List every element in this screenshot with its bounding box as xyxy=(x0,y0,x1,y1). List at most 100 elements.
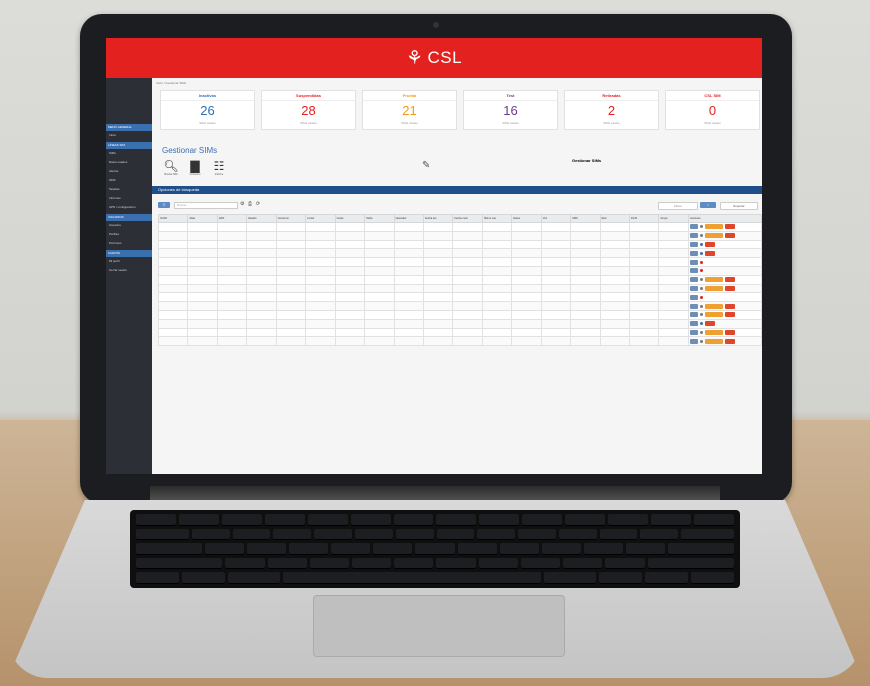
row-edit-button[interactable] xyxy=(705,312,723,318)
stat-card-inactive[interactable]: Inactivas 26 SIMs totales xyxy=(160,90,255,130)
search-section-header[interactable]: Opciones de búsqueda xyxy=(152,186,762,194)
table-row[interactable] xyxy=(157,283,762,294)
sidebar-item-sims[interactable]: SIMs xyxy=(106,149,152,158)
table-row[interactable] xyxy=(157,265,762,276)
row-view-button[interactable] xyxy=(690,285,698,291)
column-header[interactable]: Último uso xyxy=(481,214,513,223)
row-delete-button[interactable] xyxy=(725,277,735,283)
stat-card-retired[interactable]: Retiradas 2 SIMs totales xyxy=(564,90,659,130)
column-header[interactable]: ICCID xyxy=(157,214,189,223)
column-header[interactable]: Fecha act. xyxy=(422,214,454,223)
view-toggle-button[interactable]: ☰ xyxy=(158,202,170,208)
row-edit-button[interactable] xyxy=(705,303,723,309)
row-edit-button[interactable] xyxy=(705,224,723,230)
column-header[interactable]: Límite xyxy=(305,214,336,223)
sidebar-item-tarjetas[interactable]: Tarjetas xyxy=(106,185,152,194)
sidebar-item-perfiles[interactable]: Perfiles xyxy=(106,230,152,239)
sidebar-item-datos[interactable]: Datos usados xyxy=(106,158,152,167)
table-row[interactable] xyxy=(157,257,762,267)
column-header[interactable]: Tarifa xyxy=(364,214,395,223)
refresh-icon[interactable]: ⟳ xyxy=(256,201,260,207)
column-header[interactable]: Grupo xyxy=(658,214,689,223)
column-header[interactable]: Coste xyxy=(334,214,366,223)
row-delete-button[interactable] xyxy=(725,329,735,335)
row-delete-button[interactable] xyxy=(725,233,735,239)
row-view-button[interactable] xyxy=(690,303,698,309)
row-view-button[interactable] xyxy=(690,321,698,327)
row-view-button[interactable] xyxy=(690,268,698,274)
column-header[interactable]: Fecha mod. xyxy=(452,214,483,223)
table-row[interactable] xyxy=(157,230,762,241)
table-row[interactable] xyxy=(157,292,762,303)
table-row[interactable] xyxy=(157,336,762,347)
row-delete-button[interactable] xyxy=(725,312,735,318)
settings-icon[interactable]: ⚙ xyxy=(240,201,244,207)
row-view-button[interactable] xyxy=(690,329,698,335)
column-header[interactable]: Consumo xyxy=(275,214,307,223)
table-row[interactable] xyxy=(157,309,762,320)
row-delete-button[interactable] xyxy=(705,321,715,327)
row-view-button[interactable] xyxy=(690,338,698,344)
column-header[interactable]: Perfil xyxy=(628,214,660,223)
sidebar-item-inicio[interactable]: Inicio xyxy=(106,131,152,140)
column-header[interactable]: Operador xyxy=(393,214,424,223)
row-view-button[interactable] xyxy=(690,259,698,265)
sidebar-item-permisos[interactable]: Permisos xyxy=(106,239,152,248)
row-delete-button[interactable] xyxy=(725,303,735,309)
stat-card-trial[interactable]: Prueba 21 SIMs totales xyxy=(362,90,457,130)
row-view-button[interactable] xyxy=(690,277,698,283)
tool-usage-button[interactable]: ▇ Consumo xyxy=(186,160,204,180)
tool-report-button[interactable]: ☷ Informe xyxy=(210,160,228,180)
table-row[interactable] xyxy=(157,222,762,232)
tool-search-button[interactable]: 🔍︎ Buscar SIM xyxy=(162,160,180,180)
column-header[interactable]: Alias xyxy=(187,214,218,223)
row-delete-button[interactable] xyxy=(705,250,715,256)
column-header[interactable]: Datos xyxy=(511,214,542,223)
sidebar-item-alertas[interactable]: Alertas xyxy=(106,167,152,176)
table-row[interactable] xyxy=(157,248,762,259)
row-delete-button[interactable] xyxy=(725,285,735,291)
table-row[interactable] xyxy=(157,301,762,311)
stat-card-suspended[interactable]: Suspendidas 28 SIMs totales xyxy=(261,90,356,130)
table-row[interactable] xyxy=(157,318,762,329)
row-edit-button[interactable] xyxy=(705,338,723,344)
filter-button[interactable]: ✓ xyxy=(700,202,716,208)
sidebar-item-apn[interactable]: APN / configuración xyxy=(106,203,152,212)
table-row[interactable] xyxy=(157,274,762,285)
sidebar-item-perfil[interactable]: Mi perfil xyxy=(106,257,152,266)
row-view-button[interactable] xyxy=(690,312,698,318)
filter-select[interactable]: Filtrar xyxy=(658,202,698,210)
column-header[interactable]: APN xyxy=(216,214,248,223)
column-header[interactable]: Voz xyxy=(540,214,572,223)
sidebar-item-sms[interactable]: SMS xyxy=(106,176,152,185)
row-edit-button[interactable] xyxy=(705,329,723,335)
sidebar-item-usuarios[interactable]: Usuarios xyxy=(106,221,152,230)
table-row[interactable] xyxy=(157,239,762,250)
sidebar-item-logout[interactable]: Cerrar sesión xyxy=(106,266,152,275)
row-delete-button[interactable] xyxy=(725,338,735,344)
column-header[interactable]: SMS xyxy=(570,214,601,223)
trackpad[interactable] xyxy=(313,595,565,657)
print-icon[interactable]: ⎙ xyxy=(248,201,252,207)
row-edit-button[interactable] xyxy=(705,233,723,239)
column-header[interactable]: Red xyxy=(599,214,631,223)
row-view-button[interactable] xyxy=(690,250,698,256)
sidebar-item-informes[interactable]: Informes xyxy=(106,194,152,203)
breadcrumb[interactable]: Inicio / Gestionar SIMs xyxy=(156,81,186,85)
search-input[interactable]: Buscar... xyxy=(174,202,238,209)
stat-card-test[interactable]: Test 16 SIMs totales xyxy=(463,90,558,130)
row-view-button[interactable] xyxy=(690,224,698,230)
row-view-button[interactable] xyxy=(690,233,698,239)
column-header[interactable]: Estado xyxy=(246,214,277,223)
row-view-button[interactable] xyxy=(690,294,698,300)
row-edit-button[interactable] xyxy=(705,285,723,291)
table-row[interactable] xyxy=(157,327,762,338)
brand[interactable]: ⚘ CSL xyxy=(106,38,762,78)
row-delete-button[interactable] xyxy=(705,241,715,247)
edit-icon[interactable]: ✎ xyxy=(422,160,430,171)
row-delete-button[interactable] xyxy=(725,224,735,230)
stat-card-csl-sim[interactable]: CSL SIM 0 SIMs totales xyxy=(665,90,760,130)
export-button[interactable]: Exportar xyxy=(720,202,758,210)
row-view-button[interactable] xyxy=(690,241,698,247)
row-edit-button[interactable] xyxy=(705,277,723,283)
